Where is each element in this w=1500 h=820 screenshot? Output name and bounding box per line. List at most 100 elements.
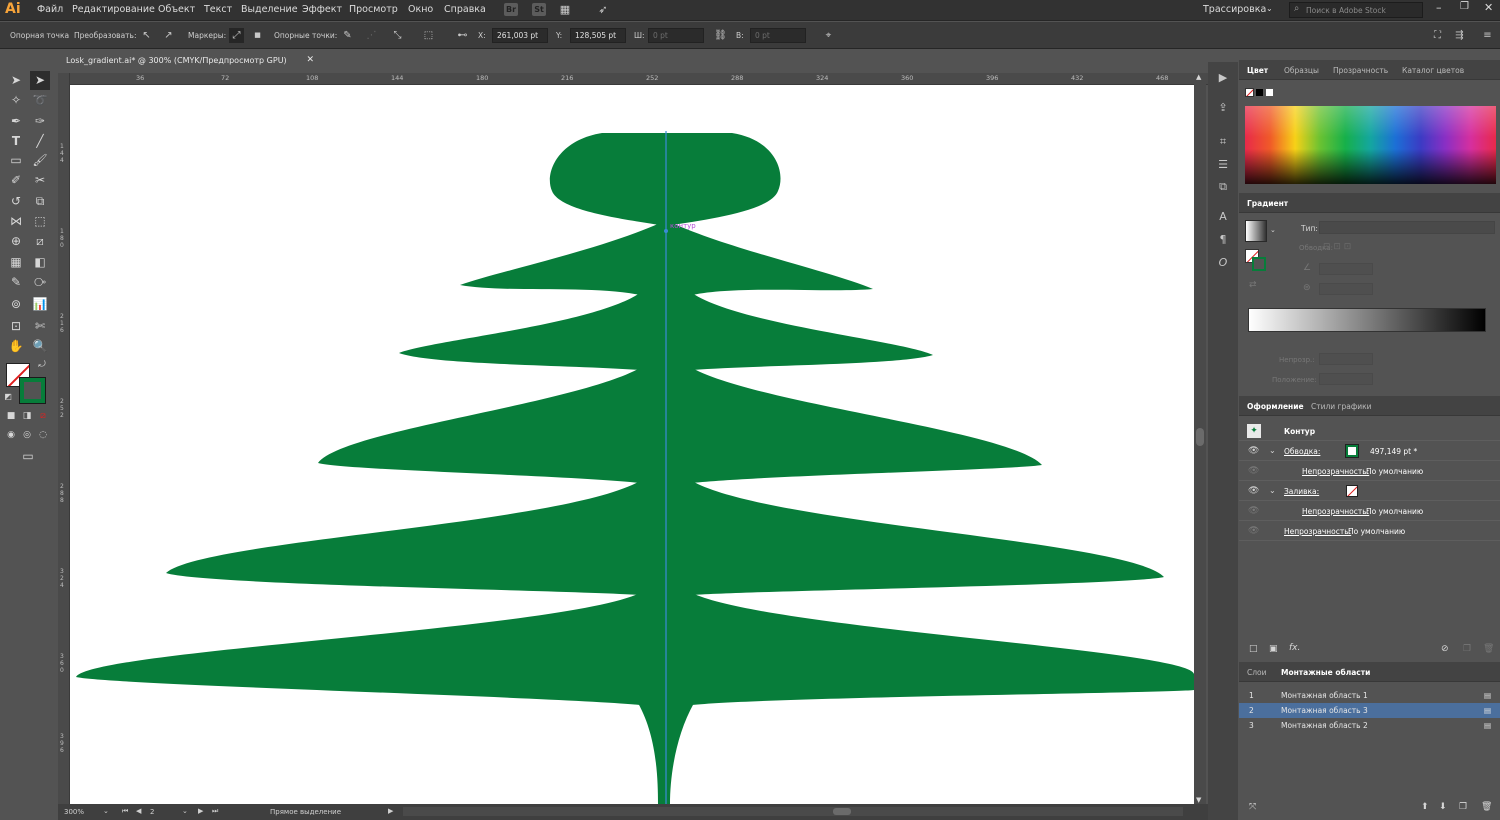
- artboard-options-icon[interactable]: ▤: [1484, 691, 1491, 700]
- stroke-color-swatch[interactable]: [1345, 444, 1359, 458]
- align-icon[interactable]: ⊷: [455, 28, 470, 43]
- bridge-icon[interactable]: Br: [504, 3, 518, 16]
- pathfinder-icon[interactable]: ⧉: [1215, 179, 1231, 195]
- rotate-tool-icon[interactable]: ↺: [6, 192, 26, 211]
- tab-artboards[interactable]: Монтажные области: [1281, 668, 1370, 677]
- stroke-gradient-options-icon[interactable]: ⊡ ⊡ ⊡: [1323, 242, 1351, 252]
- vertical-scrollbar[interactable]: ▲ ▼: [1194, 73, 1206, 805]
- appearance-object-row[interactable]: ✦ Контур: [1239, 421, 1500, 441]
- color-mode-icon[interactable]: ■: [4, 409, 18, 423]
- prev-artboard-icon[interactable]: ◀: [136, 807, 141, 815]
- panel-options-icon[interactable]: ⇶: [1452, 28, 1467, 43]
- zoom-level[interactable]: 300%: [64, 808, 84, 816]
- character-panel-icon[interactable]: A: [1215, 209, 1231, 225]
- artboard-canvas[interactable]: контур: [70, 85, 1194, 804]
- fill-label[interactable]: Заливка:: [1284, 487, 1319, 496]
- eye-icon[interactable]: 👁: [1248, 486, 1259, 496]
- reverse-gradient-icon[interactable]: ⇄: [1249, 280, 1257, 290]
- menu-object[interactable]: Объект: [158, 4, 195, 15]
- angle-field[interactable]: [1319, 263, 1373, 275]
- cut-path-icon[interactable]: ⤡: [390, 28, 405, 43]
- gradient-preview[interactable]: [1245, 220, 1267, 242]
- scroll-up-icon[interactable]: ▲: [1196, 73, 1201, 81]
- duplicate-item-icon[interactable]: ❐: [1463, 644, 1471, 654]
- artboard-options-icon[interactable]: ▤: [1484, 721, 1491, 730]
- document-tab[interactable]: Losk_gradient.ai* @ 300% (CMYK/Предпросм…: [58, 51, 320, 72]
- tab-layers[interactable]: Слои: [1247, 668, 1267, 677]
- minimize-icon[interactable]: –: [1436, 1, 1442, 14]
- magic-wand-icon[interactable]: ✧: [6, 91, 26, 110]
- fill-none-swatch[interactable]: [1346, 485, 1358, 497]
- artboard-list-item[interactable]: 1 Монтажная область 1 ▤: [1239, 688, 1500, 703]
- menu-window[interactable]: Окно: [408, 4, 433, 15]
- tab-transparency[interactable]: Прозрачность: [1333, 66, 1388, 75]
- hand-tool-icon[interactable]: ✋: [6, 337, 26, 356]
- gradient-type-select[interactable]: [1319, 221, 1495, 234]
- y-field[interactable]: 128,505 pt: [570, 28, 626, 43]
- zoom-tool-icon[interactable]: 🔍: [30, 337, 50, 356]
- eye-icon[interactable]: 👁: [1248, 526, 1259, 536]
- swap-fill-stroke-icon[interactable]: ⤾: [36, 359, 48, 371]
- paragraph-panel-icon[interactable]: ¶: [1215, 232, 1231, 248]
- none-swatch[interactable]: [1245, 88, 1254, 97]
- appearance-fill-row[interactable]: 👁 ⌄ Заливка:: [1239, 481, 1500, 501]
- menu-select[interactable]: Выделение: [241, 4, 298, 15]
- appearance-stroke-row[interactable]: 👁 ⌄ Обводка: 497,149 pt *: [1239, 441, 1500, 461]
- maximize-icon[interactable]: ❐: [1460, 1, 1469, 12]
- pen-tool-icon[interactable]: ✒: [6, 112, 26, 131]
- rectangle-tool-icon[interactable]: ▭: [6, 151, 26, 170]
- symbol-sprayer-icon[interactable]: ⊚: [6, 295, 26, 314]
- rearrange-artboards-icon[interactable]: ⤧: [1249, 802, 1256, 812]
- slice-tool-icon[interactable]: ✄: [30, 317, 50, 336]
- clear-appearance-icon[interactable]: ⊘: [1441, 644, 1449, 654]
- status-menu-icon[interactable]: ▶: [388, 807, 393, 815]
- arrange-icon[interactable]: ⛶: [1430, 28, 1445, 43]
- object-opacity-label[interactable]: Непрозрачность:: [1284, 527, 1351, 536]
- fill-opacity-label[interactable]: Непрозрачность:: [1302, 507, 1369, 516]
- gpu-rocket-icon[interactable]: ➶: [596, 3, 610, 16]
- white-swatch[interactable]: [1265, 88, 1274, 97]
- hide-handles-icon[interactable]: ■: [250, 28, 265, 43]
- zoom-dropdown-icon[interactable]: ⌄: [103, 807, 109, 815]
- menu-icon[interactable]: ≡: [1480, 28, 1495, 43]
- menu-edit[interactable]: Редактирование: [72, 4, 155, 15]
- link-proportions-icon[interactable]: ⛓: [713, 28, 728, 43]
- menu-type[interactable]: Текст: [204, 4, 232, 15]
- stock-icon[interactable]: St: [532, 3, 546, 16]
- scale-tool-icon[interactable]: ⧉: [30, 192, 50, 211]
- paintbrush-icon[interactable]: 🖌: [30, 151, 50, 170]
- eyedropper-icon[interactable]: ✎: [6, 273, 26, 292]
- horizontal-scrollbar[interactable]: [403, 807, 1183, 816]
- black-swatch[interactable]: [1255, 88, 1264, 97]
- gradient-stroke-icon[interactable]: [1252, 257, 1266, 271]
- artboard-number[interactable]: 2: [150, 808, 154, 816]
- fx-icon[interactable]: fx.: [1289, 643, 1300, 653]
- gradient-mode-icon[interactable]: ◨: [20, 409, 34, 423]
- default-colors-icon[interactable]: ◩: [2, 391, 14, 403]
- close-icon[interactable]: ✕: [1484, 1, 1493, 14]
- tab-swatches[interactable]: Образцы: [1284, 66, 1319, 75]
- scroll-down-icon[interactable]: ▼: [1196, 796, 1201, 804]
- tab-appearance[interactable]: Оформление: [1247, 402, 1304, 411]
- tab-graphic-styles[interactable]: Стили графики: [1311, 402, 1372, 411]
- tab-color[interactable]: Цвет: [1247, 66, 1268, 75]
- transform-icon[interactable]: ⌖: [821, 28, 836, 43]
- move-up-icon[interactable]: ⬆: [1421, 802, 1429, 812]
- transform-panel-icon[interactable]: ⌗: [1215, 134, 1231, 150]
- screen-mode-icon[interactable]: ▭: [18, 447, 38, 466]
- menu-view[interactable]: Просмотр: [349, 4, 398, 15]
- artboard-list-item[interactable]: 2 Монтажная область 3 ▤: [1239, 703, 1500, 718]
- artboard-options-icon[interactable]: ▤: [1484, 706, 1491, 715]
- color-spectrum[interactable]: [1245, 106, 1496, 184]
- shape-builder-icon[interactable]: ⊕: [6, 232, 26, 251]
- add-fill-icon[interactable]: ▣: [1269, 644, 1278, 654]
- close-tab-icon[interactable]: ✕: [306, 55, 314, 65]
- connect-anchors-icon[interactable]: ⋰: [364, 28, 379, 43]
- fir-tree-shape[interactable]: [76, 133, 1194, 804]
- menu-help[interactable]: Справка: [444, 4, 486, 15]
- width-tool-icon[interactable]: ⋈: [6, 212, 26, 231]
- delete-item-icon[interactable]: 🗑: [1483, 644, 1494, 654]
- play-action-icon[interactable]: ▶: [1215, 70, 1231, 86]
- gradient-preview-dropdown-icon[interactable]: ⌄: [1270, 226, 1276, 234]
- eye-icon[interactable]: 👁: [1248, 446, 1259, 456]
